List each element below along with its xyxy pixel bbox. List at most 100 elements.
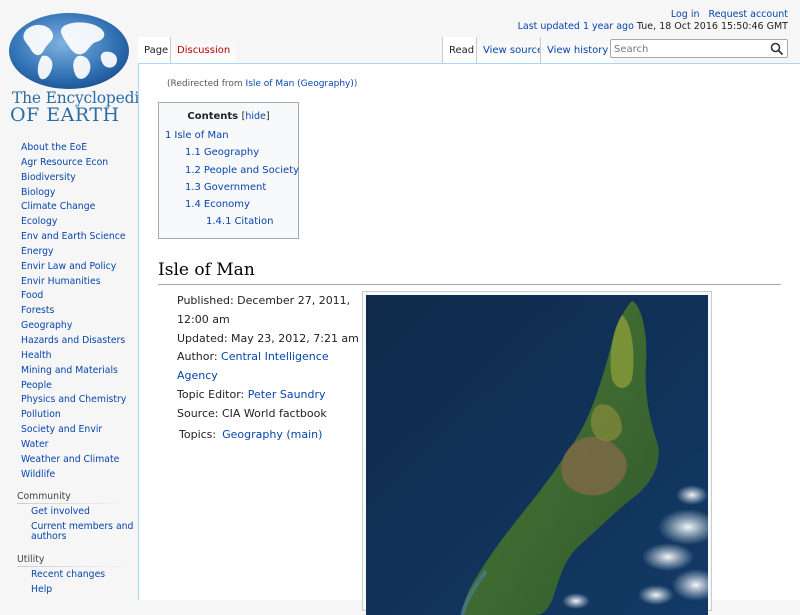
- page-title: Isle of Man: [158, 260, 255, 280]
- sidebar-item-label[interactable]: Wildlife: [21, 469, 55, 480]
- topic-editor-label: Topic Editor:: [177, 387, 248, 401]
- sidebar-item-label[interactable]: Mining and Materials: [21, 365, 118, 376]
- sidebar-item-label[interactable]: Recent changes: [31, 569, 105, 580]
- sidebar-item-hazards[interactable]: Hazards and Disasters: [21, 334, 126, 349]
- toc-item-isle-of-man[interactable]: 1 Isle of Man: [165, 130, 229, 141]
- sidebar-item-label[interactable]: Ecology: [21, 216, 57, 227]
- search-input[interactable]: [614, 41, 764, 57]
- sidebar-item-help[interactable]: Help: [31, 584, 105, 596]
- article-metadata: Published: December 27, 2011, 12:00 am U…: [177, 292, 365, 444]
- sidebar-item-label[interactable]: Current members and authors: [31, 521, 133, 543]
- sidebar-item-biology[interactable]: Biology: [21, 186, 126, 201]
- author-label: Author:: [177, 350, 222, 364]
- tab-view-history[interactable]: View history: [540, 37, 615, 64]
- topic-editor-line: Topic Editor: Peter Saundry: [177, 386, 365, 405]
- sidebar-item-label[interactable]: Geography: [21, 320, 72, 331]
- sidebar-item-label[interactable]: Society and Envir: [21, 424, 102, 435]
- utility-heading[interactable]: Utility: [17, 554, 44, 565]
- toc-label: Isle of Man: [174, 130, 229, 141]
- community-list: Get involved Current members and authors: [31, 506, 135, 543]
- sidebar-item-label[interactable]: Health: [21, 350, 52, 361]
- sidebar-item-label[interactable]: Pollution: [21, 409, 61, 420]
- sidebar-item-label[interactable]: Water: [21, 439, 48, 450]
- sidebar-item-envir-law-policy[interactable]: Envir Law and Policy: [21, 260, 126, 275]
- topics-label: Topics:: [179, 427, 217, 441]
- tab-page[interactable]: Page: [138, 37, 175, 64]
- topic-editor-link[interactable]: Peter Saundry: [248, 388, 326, 401]
- sidebar-item-label[interactable]: Weather and Climate: [21, 454, 119, 465]
- search-box: [610, 39, 788, 58]
- community-divider: [17, 503, 131, 504]
- tab-view-source[interactable]: View source: [476, 37, 550, 64]
- last-updated-prefix[interactable]: Last updated: [518, 21, 580, 32]
- sidebar-item-food[interactable]: Food: [21, 289, 126, 304]
- sidebar-item-current-members[interactable]: Current members and authors: [31, 521, 135, 543]
- sidebar-item-label[interactable]: Climate Change: [21, 201, 95, 212]
- sidebar-item-label[interactable]: Forests: [21, 305, 54, 316]
- sidebar-item-label[interactable]: Agr Resource Econ: [21, 157, 108, 168]
- tab-discussion[interactable]: Discussion: [170, 37, 237, 64]
- sidebar-item-recent-changes[interactable]: Recent changes: [31, 569, 105, 581]
- search-icon[interactable]: [770, 42, 784, 56]
- sidebar-item-agr-resource-econ[interactable]: Agr Resource Econ: [21, 156, 126, 171]
- sidebar-item-water[interactable]: Water: [21, 438, 126, 453]
- left-panel: The Encyclopedia OF EARTH About the EoE …: [0, 0, 148, 600]
- sidebar-item-label[interactable]: Env and Earth Science: [21, 231, 126, 242]
- globe-logo-icon: [9, 13, 129, 89]
- sidebar-item-weather-climate[interactable]: Weather and Climate: [21, 453, 126, 468]
- sidebar-item-envir-humanities[interactable]: Envir Humanities: [21, 275, 126, 290]
- sidebar-item-env-earth-science[interactable]: Env and Earth Science: [21, 230, 126, 245]
- sidebar-item-label[interactable]: About the EoE: [21, 142, 87, 153]
- toc-heading: Contents: [187, 111, 239, 122]
- sidebar-item-label[interactable]: Get involved: [31, 506, 90, 517]
- tab-read-label: Read: [449, 45, 475, 56]
- toc-item-economy[interactable]: 1.4 Economy: [185, 199, 250, 210]
- toc-item-government[interactable]: 1.3 Government: [185, 182, 266, 193]
- sidebar-item-health[interactable]: Health: [21, 349, 126, 364]
- sidebar-item-label[interactable]: Energy: [21, 246, 54, 257]
- sidebar-item-wildlife[interactable]: Wildlife: [21, 468, 126, 483]
- sidebar-main-nav: About the EoE Agr Resource Econ Biodiver…: [21, 141, 126, 482]
- sidebar-item-mining[interactable]: Mining and Materials: [21, 364, 126, 379]
- toc-item-citation[interactable]: 1.4.1 Citation: [206, 216, 273, 227]
- sidebar-item-people[interactable]: People: [21, 379, 126, 394]
- tab-read[interactable]: Read: [442, 37, 481, 64]
- sidebar-item-ecology[interactable]: Ecology: [21, 215, 126, 230]
- sidebar-item-label[interactable]: Physics and Chemistry: [21, 394, 126, 405]
- sidebar-item-biodiversity[interactable]: Biodiversity: [21, 171, 126, 186]
- sidebar-item-label[interactable]: Help: [31, 584, 52, 595]
- last-updated-ago[interactable]: 1 year ago: [583, 21, 634, 32]
- toc-number: 1.4.1: [206, 216, 232, 227]
- sidebar-item-pollution[interactable]: Pollution: [21, 408, 126, 423]
- sidebar-item-energy[interactable]: Energy: [21, 245, 126, 260]
- sidebar-item-forests[interactable]: Forests: [21, 304, 126, 319]
- request-account-link[interactable]: Request account: [709, 9, 788, 20]
- toc-hide-link[interactable]: hide: [245, 111, 266, 122]
- source-line: Source: CIA World factbook: [177, 406, 327, 420]
- toc-label: People and Society: [203, 165, 300, 176]
- sidebar-item-label[interactable]: Biodiversity: [21, 172, 76, 183]
- tab-page-label: Page: [144, 45, 169, 56]
- sidebar-item-physics-chemistry[interactable]: Physics and Chemistry: [21, 393, 126, 408]
- sidebar-item-label[interactable]: Envir Humanities: [21, 276, 101, 287]
- last-updated-date: Tue, 18 Oct 2016 15:50:46 GMT: [636, 21, 788, 32]
- sidebar-item-label[interactable]: Biology: [21, 187, 55, 198]
- sidebar-item-climate-change[interactable]: Climate Change: [21, 200, 126, 215]
- sidebar-item-label[interactable]: Envir Law and Policy: [21, 261, 116, 272]
- sidebar-item-geography[interactable]: Geography: [21, 319, 126, 334]
- satellite-image-isle-of-man[interactable]: [366, 295, 708, 615]
- toc-item-people-society[interactable]: 1.2 People and Society: [185, 165, 299, 176]
- title-divider: [158, 284, 781, 285]
- site-logo[interactable]: The Encyclopedia OF EARTH: [6, 12, 148, 126]
- topics-link[interactable]: Geography (main): [222, 428, 322, 441]
- community-heading[interactable]: Community: [17, 491, 71, 502]
- sidebar-item-society-envir[interactable]: Society and Envir: [21, 423, 126, 438]
- login-link[interactable]: Log in: [671, 9, 700, 20]
- toc-item-geography[interactable]: 1.1 Geography: [185, 147, 259, 158]
- sidebar-item-label[interactable]: People: [21, 380, 52, 391]
- sidebar-item-label[interactable]: Hazards and Disasters: [21, 335, 125, 346]
- sidebar-item-label[interactable]: Food: [21, 290, 43, 301]
- sidebar-item-get-involved[interactable]: Get involved: [31, 506, 135, 518]
- redirect-link[interactable]: Isle of Man (Geography): [246, 79, 354, 89]
- sidebar-item-about[interactable]: About the EoE: [21, 141, 126, 156]
